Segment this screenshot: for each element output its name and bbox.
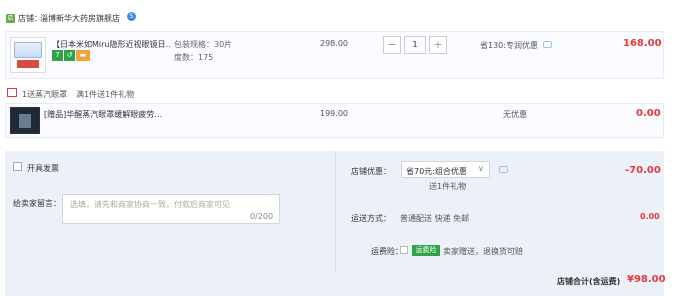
seven-day-return-icon: 7: [52, 50, 63, 61]
shop-name-link[interactable]: 淄博新华大药房旗舰店: [40, 13, 120, 24]
item-total: 168.00: [623, 38, 662, 49]
shop-total-amount: ¥98.00: [627, 274, 666, 285]
message-placeholder: 选填，请先和商家协商一致，付款后商家可见: [70, 200, 230, 209]
insurance-badge: 运费险: [412, 245, 440, 256]
message-label: 给卖家留言：: [13, 199, 61, 208]
insurance-text: 卖家赠送，退换货可赔: [443, 247, 523, 256]
product-title-link[interactable]: 【日本米如Miru隐形近视眼镜日…: [52, 39, 170, 50]
unit-price: 298.00: [320, 39, 348, 48]
gift-thumbnail[interactable]: [10, 107, 40, 134]
insurance-checkbox[interactable]: [400, 246, 408, 254]
spec-package: 包装规格：30片: [174, 40, 233, 49]
invoice-checkbox[interactable]: [13, 162, 22, 171]
shop-chat-icon[interactable]: 5: [127, 12, 136, 21]
refresh-icon: ↺: [64, 50, 75, 61]
chat-bubble-icon[interactable]: [543, 41, 552, 48]
summary-divider: [335, 151, 336, 271]
insurance-label: 运费险：: [371, 247, 403, 256]
quantity-input[interactable]: 1: [404, 36, 426, 54]
shop-label: 店铺：: [18, 14, 42, 23]
shipping-method: 普通配送 快递 免邮: [400, 214, 470, 223]
shop-discount-value: 省70元:组合优惠: [406, 167, 467, 176]
product-thumbnail[interactable]: [10, 37, 46, 73]
gift-promo-label: 1送蒸汽眼罩: [22, 90, 68, 99]
spec-power: 度数：175: [174, 53, 214, 62]
gift-promo-rule: 满1件送1件礼物: [76, 90, 135, 99]
increase-quantity-button[interactable]: +: [429, 36, 447, 54]
gift-total: 0.00: [636, 108, 661, 119]
decrease-quantity-button[interactable]: −: [383, 36, 401, 54]
shop-total-label: 店铺合计(含运费): [557, 277, 621, 286]
message-char-count: 0/200: [250, 212, 274, 221]
shop-discount-label: 店铺优惠：: [351, 167, 391, 176]
quantity-stepper: − 1 +: [383, 36, 447, 54]
invoice-label: 开具发票: [27, 164, 59, 173]
product-tags: 7 ↺ ▬: [52, 50, 91, 61]
card-icon: ▬: [76, 50, 90, 61]
shop-discount-gift: 送1件礼物: [429, 182, 467, 191]
shipping-label: 运送方式：: [351, 214, 391, 223]
shop-icon: 店: [6, 14, 15, 23]
item-saving: 省130:专润优惠: [480, 41, 538, 50]
gift-discount: 无优惠: [503, 110, 527, 119]
shop-discount-amount: -70.00: [625, 165, 661, 176]
gift-icon: [7, 88, 17, 97]
gift-title-link[interactable]: [赠品]华醒蒸汽眼罩缓解眼疲劳…: [44, 109, 162, 120]
gift-price: 199.00: [320, 109, 348, 118]
shipping-amount: 0.00: [640, 212, 660, 221]
chat-bubble-icon[interactable]: [499, 166, 508, 173]
chevron-down-icon: ∨: [478, 164, 484, 173]
